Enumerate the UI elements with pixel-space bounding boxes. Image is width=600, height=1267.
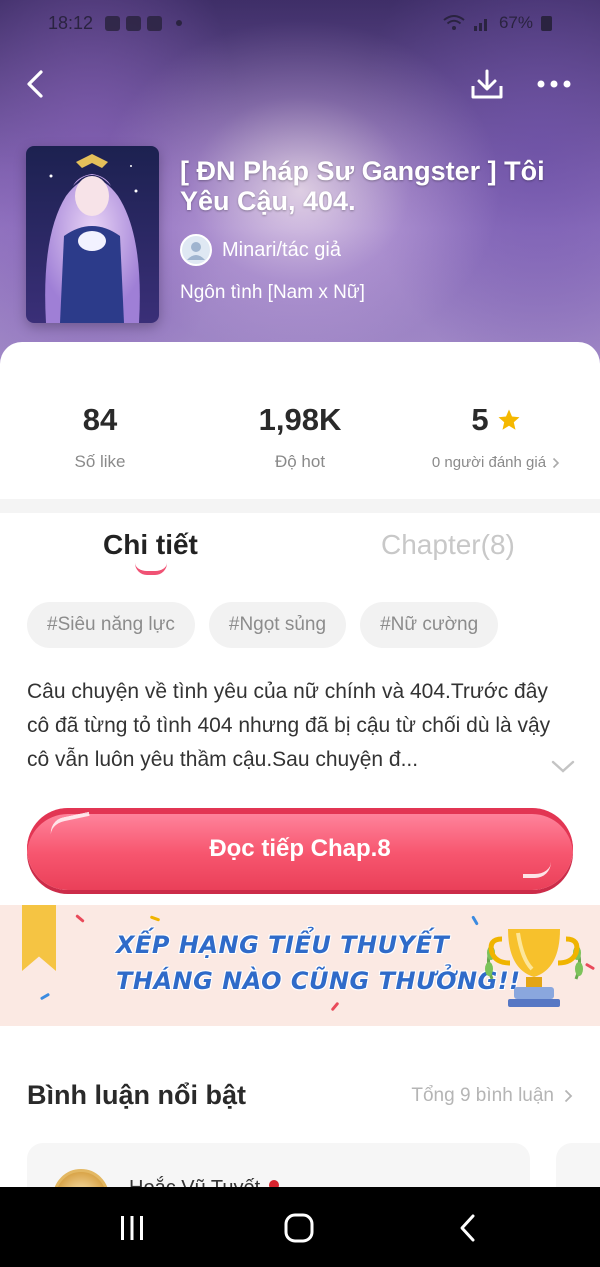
cover-image[interactable] <box>26 146 159 323</box>
likes-label: Số like <box>74 452 126 471</box>
story-title: [ ĐN Pháp Sư Gangster ] Tôi Yêu Cậu, 404… <box>180 156 545 216</box>
chevron-down-icon <box>551 760 575 773</box>
status-notification-icons <box>105 15 183 31</box>
comment-card-next[interactable] <box>556 1143 600 1187</box>
avatar-icon <box>187 242 205 260</box>
more-dots-icon <box>537 80 571 88</box>
tag-list: #Siêu năng lực #Ngọt sủng #Nữ cường <box>27 602 499 648</box>
content-card: 84 Số like 1,98K Độ hot 5 0 người đánh g… <box>0 342 600 1187</box>
comments-header: Bình luận nổi bật Tổng 9 bình luận <box>27 1080 573 1111</box>
likes-stat: 84 Số like <box>0 402 200 472</box>
wifi-icon <box>443 15 465 30</box>
synopsis-text: Câu chuyện về tình yêu của nữ chính và 4… <box>27 680 551 771</box>
comments-total-label: Tổng 9 bình luận <box>411 1084 554 1106</box>
back-arrow-icon <box>460 1214 475 1242</box>
story-genre: Ngôn tình [Nam x Nữ] <box>180 282 365 303</box>
hot-stat: 1,98K Độ hot <box>200 402 400 472</box>
system-back-button[interactable] <box>448 1211 488 1245</box>
chevron-right-icon <box>564 1089 573 1102</box>
ranking-banner[interactable]: XẾP HẠNG TIỂU THUYẾT THÁNG NÀO CŨNG THƯỞ… <box>0 905 600 1026</box>
story-info: [ ĐN Pháp Sư Gangster ] Tôi Yêu Cậu, 404… <box>180 156 580 304</box>
rating-count-label: 0 người đánh giá <box>431 454 547 471</box>
confetti <box>39 992 51 1001</box>
battery-icon <box>541 15 552 31</box>
home-icon <box>284 1213 314 1243</box>
tab-chapter[interactable]: Chapter(8) <box>381 529 515 561</box>
star-icon <box>498 409 520 430</box>
banner-line-2: THÁNG NÀO CŨNG THƯỞNG!! <box>116 967 521 995</box>
gallery-icon <box>105 15 121 31</box>
home-button[interactable] <box>279 1211 319 1245</box>
comments-title: Bình luận nổi bật <box>27 1080 246 1110</box>
tag-chip[interactable]: #Siêu năng lực <box>27 602 195 648</box>
rating-count-link[interactable]: 0 người đánh giá <box>396 454 596 471</box>
trophy-icon <box>485 929 583 1007</box>
chevron-left-icon <box>27 70 43 98</box>
commenter-name: Hoắc Vũ Tuyết <box>129 1177 260 1187</box>
app-icon <box>126 15 142 31</box>
stats-row: 84 Số like 1,98K Độ hot 5 0 người đánh g… <box>0 342 600 499</box>
author-name: Minari/tác giả <box>222 238 341 261</box>
more-button[interactable] <box>532 62 576 106</box>
confetti <box>75 914 85 923</box>
continue-reading-label: Đọc tiếp Chap.8 <box>209 835 391 862</box>
hot-label: Độ hot <box>274 452 326 471</box>
button-shine <box>47 811 93 837</box>
confetti <box>330 1001 340 1012</box>
button-shine <box>523 862 551 878</box>
bookmark-ribbon <box>22 905 56 971</box>
hot-value: 1,98K <box>258 402 342 437</box>
confetti <box>149 915 161 922</box>
tab-detail[interactable]: Chi tiết <box>103 529 198 561</box>
rating-value-row: 5 <box>396 402 596 438</box>
rose-icon <box>269 1179 280 1187</box>
tab-bar: Chi tiết Chapter(8) <box>0 513 600 588</box>
download-icon <box>471 69 503 99</box>
commenter-name-row: Hoắc Vũ Tuyết <box>129 1177 282 1187</box>
signal-icon <box>473 19 487 31</box>
tag-chip[interactable]: #Ngọt sủng <box>208 602 347 648</box>
status-time: 18:12 <box>48 12 94 33</box>
author-row[interactable]: Minari/tác giả <box>180 234 580 266</box>
tag-chip[interactable]: #Nữ cường <box>360 602 499 648</box>
chevron-right-icon <box>552 457 560 468</box>
banner-line-1: XẾP HẠNG TIỂU THUYẾT <box>116 931 450 959</box>
rating-stat: 5 0 người đánh giá <box>396 402 596 471</box>
continue-reading-button[interactable]: Đọc tiếp Chap.8 <box>27 808 573 890</box>
cover-artwork <box>26 146 159 323</box>
status-right: 67% <box>443 13 552 33</box>
section-divider <box>0 499 600 513</box>
expand-synopsis-button[interactable] <box>546 754 580 780</box>
system-nav-bar <box>0 1187 600 1267</box>
author-avatar <box>180 234 212 266</box>
comments-total-link[interactable]: Tổng 9 bình luận <box>411 1085 573 1107</box>
recents-icon <box>121 1216 143 1240</box>
likes-value: 84 <box>82 402 118 437</box>
back-button[interactable] <box>14 62 58 106</box>
rating-value: 5 <box>471 402 489 437</box>
comment-card[interactable]: Hoắc Vũ Tuyết <box>27 1143 530 1187</box>
dot-icon <box>176 20 183 26</box>
commenter-avatar <box>53 1169 109 1187</box>
recents-button[interactable] <box>112 1211 152 1245</box>
download-button[interactable] <box>465 62 509 106</box>
battery-percent: 67% <box>498 13 533 32</box>
status-bar: 18:12 67% <box>0 0 600 46</box>
app-icon <box>147 15 163 31</box>
tab-active-indicator <box>135 563 167 575</box>
